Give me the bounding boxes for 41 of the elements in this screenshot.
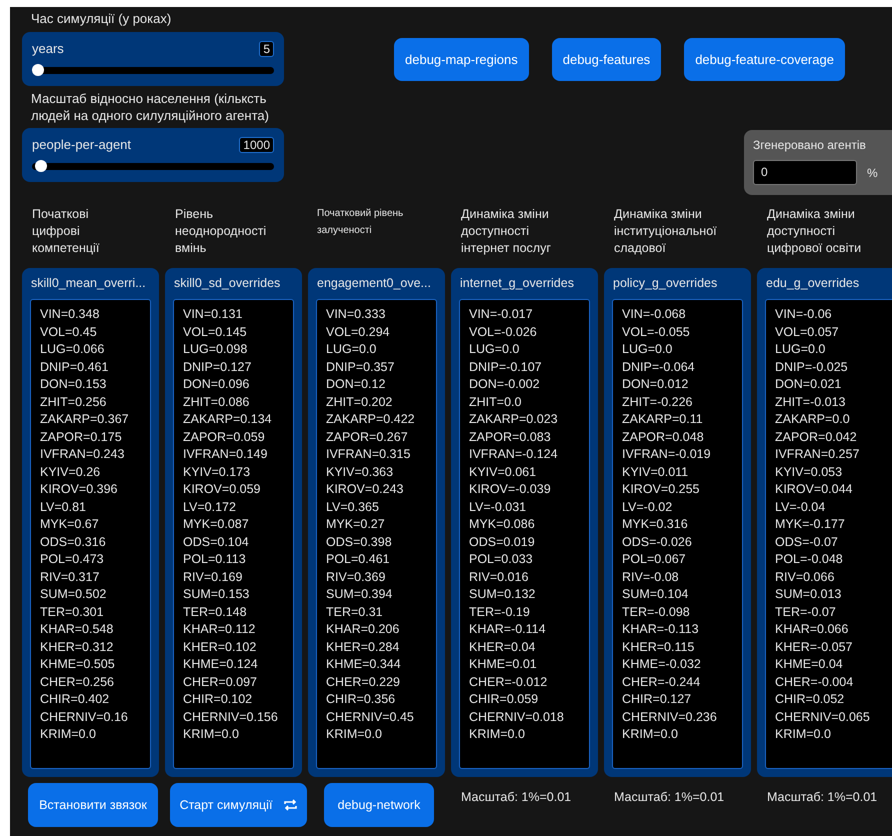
field-caption: Динаміка зміни доступності інтернет послуг — [460, 206, 552, 257]
scale-note: Масштаб: 1%=0.01 — [613, 789, 726, 806]
slider-label: years — [32, 40, 64, 58]
field-caption: Рівень неоднородності вмінь — [174, 206, 268, 257]
input-label: edu_g_overrides — [765, 275, 860, 292]
slider-value: 5 — [259, 40, 274, 57]
debug-button[interactable]: debug-features — [552, 38, 662, 81]
input-label: policy_g_overrides — [612, 275, 718, 292]
input-label: internet_g_overrides — [459, 275, 575, 292]
slider[interactable]: years 5 — [22, 32, 284, 86]
text-area[interactable]: VIN=0.348 VOL=0.45 LUG=0.066 DNIP=0.461 DON=0.153 ZHIT=0.256 ZAKARP=0.367 ZAPOR=0.175 IVFRAN=0.243 KYIV=0.26 KIROV=0.396 LV=0.81 MYK=0.67 ODS=0.316 POL=0.473 RIV=0.317 SUM=0.502 TER=0.301 KHAR=0.548 KHER=0.312 KHME=0.505 CHER=0.256 CHIR=0.402 CHERNIV=0.16 KRIM=0.0 — [30, 299, 151, 769]
text-area[interactable]: VIN=-0.068 VOL=-0.055 LUG=0.0 DNIP=-0.064 DON=0.012 ZHIT=-0.226 ZAKARP=0.11 ZAPOR=0.048 IVFRAN=-0.019 KYIV=0.011 KIROV=0.255 LV=-0.02 MYK=0.316 ODS=-0.026 POL=0.067 RIV=-0.08 SUM=0.104 TER=-0.098 KHAR=-0.113 KHER=0.115 KHME=-0.032 CHER=-0.244 CHIR=0.127 CHERNIV=0.236 KRIM=0.0 — [612, 299, 743, 769]
text-area[interactable]: VIN=-0.017 VOL=-0.026 LUG=0.0 DNIP=-0.107 DON=-0.002 ZHIT=0.0 ZAKARP=0.023 ZAPOR=0.083 IVFRAN=-0.124 KYIV=0.061 KIROV=-0.039 LV=-0.031 MYK=0.086 ODS=0.019 POL=0.033 RIV=0.016 SUM=0.132 TER=-0.19 KHAR=-0.114 KHER=0.04 KHME=0.01 CHER=-0.012 CHIR=0.059 CHERNIV=0.018 KRIM=0.0 — [459, 299, 590, 769]
text-area[interactable]: VIN=0.333 VOL=0.294 LUG=0.0 DNIP=0.357 DON=0.12 ZHIT=0.202 ZAKARP=0.422 ZAPOR=0.267 IVFRAN=0.315 KYIV=0.363 KIROV=0.243 LV=0.365 MYK=0.27 ODS=0.398 POL=0.461 RIV=0.369 SUM=0.394 TER=0.31 KHAR=0.206 KHER=0.284 KHME=0.344 CHER=0.229 CHIR=0.356 CHERNIV=0.45 KRIM=0.0 — [316, 299, 437, 769]
action-button[interactable]: Старт симуляції — [170, 783, 307, 827]
debug-button[interactable]: debug-feature-coverage — [684, 38, 845, 81]
input-label: skill0_mean_overri... — [30, 275, 147, 292]
action-button[interactable]: Встановити звязок — [28, 783, 158, 827]
field-caption: Початковий рівень залученості — [316, 207, 404, 238]
repeat-icon — [284, 799, 298, 811]
field-caption: Динаміка зміни інституціональної сладової — [613, 206, 718, 257]
input-label: skill0_sd_overrides — [173, 275, 282, 292]
field-caption: Динаміка зміни доступності цифрової освіти — [766, 206, 862, 257]
slider-caption: Масштаб відносно населення (кільксть людей на одного силуляційного агента) — [30, 90, 270, 124]
debug-button[interactable]: debug-map-regions — [394, 38, 529, 81]
slider[interactable]: people-per-agent 1000 — [22, 128, 284, 182]
scale-note: Масштаб: 1%=0.01 — [766, 789, 878, 806]
text-area[interactable]: VIN=0.131 VOL=0.145 LUG=0.098 DNIP=0.127 DON=0.096 ZHIT=0.086 ZAKARP=0.134 ZAPOR=0.059 IVFRAN=0.149 KYIV=0.173 KIROV=0.059 LV=0.172 MYK=0.087 ODS=0.104 POL=0.113 RIV=0.169 SUM=0.153 TER=0.148 KHAR=0.112 KHER=0.102 KHME=0.124 CHER=0.097 CHIR=0.102 CHERNIV=0.156 KRIM=0.0 — [173, 299, 294, 769]
text-area[interactable]: VIN=-0.06 VOL=0.057 LUG=0.0 DNIP=-0.025 DON=0.021 ZHIT=-0.013 ZAKARP=0.0 ZAPOR=0.042 IVFRAN=0.257 KYIV=0.053 KIROV=0.044 LV=-0.04 MYK=-0.177 ODS=-0.07 POL=-0.048 RIV=0.066 SUM=0.013 TER=-0.07 KHAR=0.066 KHER=-0.057 KHME=0.04 CHER=-0.004 CHIR=0.052 CHERNIV=0.065 KRIM=0.0 — [765, 299, 892, 769]
slider-value: 1000 — [239, 136, 274, 153]
monitor-value: 0 — [753, 160, 857, 185]
slider-thumb[interactable] — [32, 64, 44, 76]
scale-note: Масштаб: 1%=0.01 — [460, 789, 572, 806]
action-button[interactable]: debug-network — [324, 783, 434, 827]
input-label: engagement0_ove... — [316, 275, 432, 292]
field-caption: Початкові цифрові компетенції — [31, 206, 100, 257]
slider-label: people-per-agent — [32, 136, 132, 154]
monitor-label: Згенеровано агентів — [753, 137, 867, 154]
unit-label: % — [867, 164, 878, 182]
slider-caption: Час симуляції (у роках) — [30, 10, 172, 28]
slider-thumb[interactable] — [34, 160, 47, 172]
